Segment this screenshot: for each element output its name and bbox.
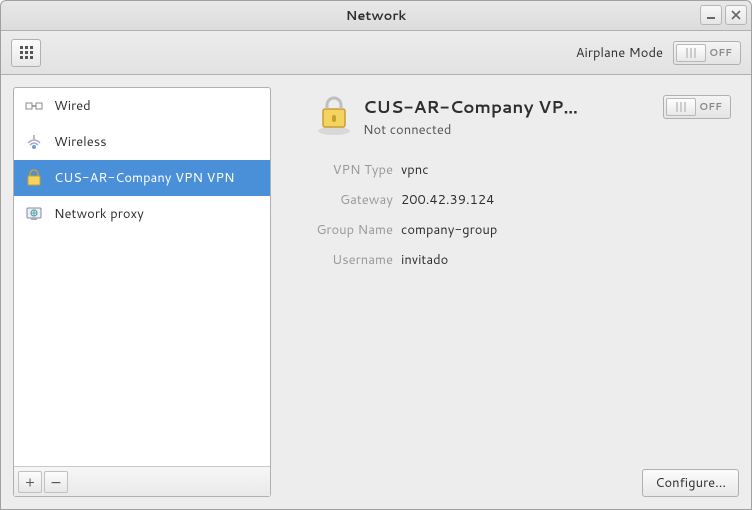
proxy-icon: [24, 204, 44, 224]
connection-list[interactable]: Wired Wireless CUS-AR-Company VPN VPN: [14, 88, 270, 466]
connection-title: CUS-AR-Company VPN V...: [363, 95, 583, 119]
sidebar-item-wireless[interactable]: Wireless: [14, 124, 270, 160]
prop-row-vpn-type: VPN Type vpnc: [283, 155, 739, 185]
connection-toggle[interactable]: OFF: [663, 95, 731, 119]
toggle-knob: [666, 98, 696, 116]
sidebar-item-label: Wired: [54, 97, 91, 115]
prop-value: vpnc: [401, 161, 429, 179]
remove-connection-button[interactable]: −: [44, 471, 68, 493]
minimize-button[interactable]: [700, 5, 722, 25]
connection-detail-panel: CUS-AR-Company VPN V... Not connected OF…: [283, 87, 739, 497]
connection-status: Not connected: [363, 121, 655, 139]
prop-label: VPN Type: [283, 161, 401, 179]
airplane-mode-label: Airplane Mode: [576, 44, 663, 62]
prop-row-group-name: Group Name company-group: [283, 215, 739, 245]
toggle-state-text: OFF: [709, 46, 732, 60]
prop-row-username: Username invitado: [283, 245, 739, 275]
sidebar-item-label: Network proxy: [54, 205, 144, 223]
all-settings-button[interactable]: [11, 39, 41, 67]
configure-button[interactable]: Configure...: [642, 469, 739, 497]
close-button[interactable]: [725, 5, 747, 25]
vpn-lock-icon: [24, 168, 44, 188]
detail-header: CUS-AR-Company VPN V... Not connected OF…: [283, 87, 739, 151]
titlebar[interactable]: Network: [1, 1, 751, 31]
content-area: Wired Wireless CUS-AR-Company VPN VPN: [1, 75, 751, 509]
connection-properties: VPN Type vpnc Gateway 200.42.39.124 Grou…: [283, 151, 739, 275]
add-connection-button[interactable]: +: [18, 471, 42, 493]
prop-label: Gateway: [283, 191, 401, 209]
toggle-state-text: OFF: [699, 100, 722, 114]
sidebar-item-label: Wireless: [54, 133, 107, 151]
connection-sidebar: Wired Wireless CUS-AR-Company VPN VPN: [13, 87, 271, 497]
window-title: Network: [1, 7, 751, 25]
vpn-lock-icon: [313, 95, 355, 137]
sidebar-item-vpn[interactable]: CUS-AR-Company VPN VPN: [14, 160, 270, 196]
network-settings-window: Network Airplane Mode OFF: [0, 0, 752, 510]
window-controls: [700, 5, 747, 25]
wired-icon: [24, 96, 44, 116]
wireless-icon: [24, 132, 44, 152]
prop-value: invitado: [401, 251, 448, 269]
sidebar-item-proxy[interactable]: Network proxy: [14, 196, 270, 232]
grid-icon: [20, 46, 33, 59]
airplane-mode-toggle[interactable]: OFF: [673, 41, 741, 65]
prop-value: 200.42.39.124: [401, 191, 494, 209]
sidebar-footer: + −: [14, 466, 270, 496]
sidebar-item-wired[interactable]: Wired: [14, 88, 270, 124]
toolbar: Airplane Mode OFF: [1, 31, 751, 75]
prop-label: Username: [283, 251, 401, 269]
sidebar-item-label: CUS-AR-Company VPN VPN: [54, 169, 234, 187]
prop-value: company-group: [401, 221, 497, 239]
prop-row-gateway: Gateway 200.42.39.124: [283, 185, 739, 215]
prop-label: Group Name: [283, 221, 401, 239]
toggle-knob: [676, 44, 706, 62]
